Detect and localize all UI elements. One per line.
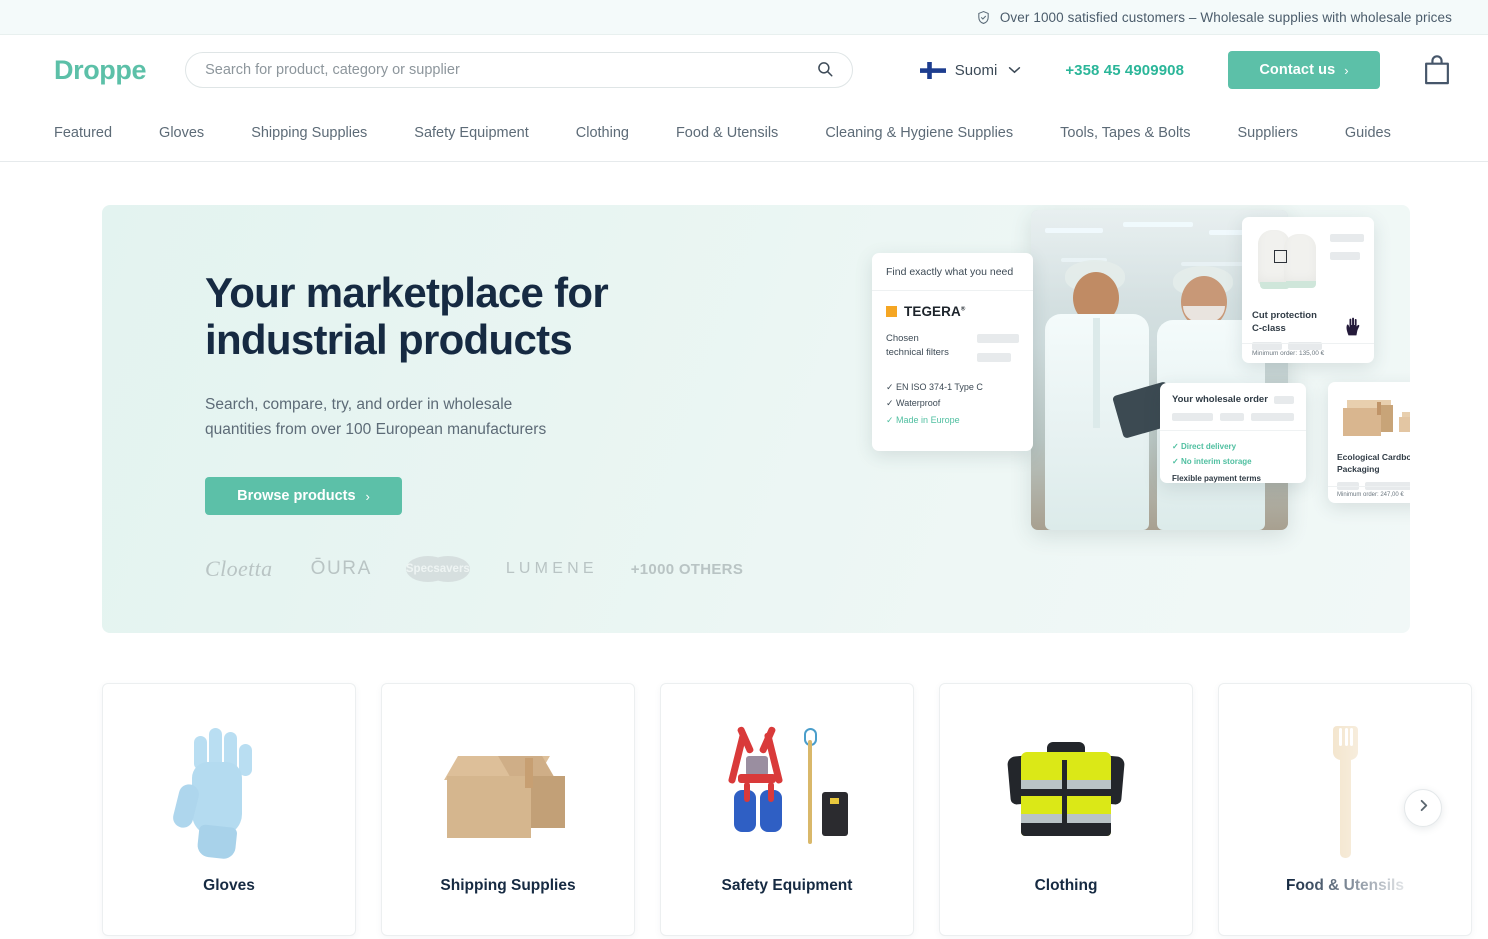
contact-us-button[interactable]: Contact us › — [1228, 51, 1380, 89]
announcement-bar: Over 1000 satisfied customers – Wholesal… — [0, 0, 1488, 35]
cardboard-box-image — [433, 718, 583, 868]
nav-item-clothing[interactable]: Clothing — [576, 125, 629, 141]
hero-subtitle: Search, compare, try, and order in whole… — [205, 396, 547, 439]
brand-logo-others: +1000 OTHERS — [630, 560, 744, 578]
order-card-title: Your wholesale order — [1172, 394, 1268, 405]
hero-banner: Your marketplace for industrial products… — [102, 205, 1410, 633]
brand-logo-cloetta: Cloetta — [205, 556, 273, 582]
brand-logos: Cloetta ŌURA Specsavers LUMENE +1000 OTH… — [205, 556, 743, 583]
find-card-filter-label-2: technical filters — [886, 347, 949, 359]
site-logo[interactable]: Droppe — [54, 56, 147, 84]
find-card-check-2: ✓ Waterproof — [886, 398, 941, 409]
brand-logo-oura: ŌURA — [310, 558, 372, 580]
main-navigation: Featured Gloves Shipping Supplies Safety… — [0, 105, 1488, 162]
tegera-square-icon — [886, 306, 897, 317]
category-card-shipping-supplies[interactable]: Shipping Supplies — [381, 683, 635, 936]
tegera-registered-mark: ® — [960, 306, 966, 313]
contact-us-label: Contact us — [1259, 62, 1336, 78]
category-card-clothing[interactable]: Clothing — [939, 683, 1193, 936]
tegera-logo: TEGERA® — [886, 304, 1019, 319]
shopping-bag-icon — [1422, 54, 1452, 86]
wooden-fork-image — [1270, 718, 1420, 868]
find-card-header: Find exactly what you need — [872, 253, 1033, 291]
cut-protection-card: Cut protection C-class Minimum order: 13… — [1242, 217, 1374, 363]
find-products-card: Find exactly what you need TEGERA® Chose… — [872, 253, 1033, 451]
find-card-filter-label-1: Chosen — [886, 333, 919, 344]
find-card-check-1: ✓ EN ISO 374-1 Type C — [886, 381, 983, 392]
packaging-card-title-2: Packaging — [1337, 463, 1380, 474]
hero-title-line-2: industrial products — [205, 316, 573, 364]
hero-title: Your marketplace for industrial products — [205, 269, 725, 363]
category-card-safety-equipment[interactable]: Safety Equipment — [660, 683, 914, 936]
cardboard-boxes-image — [1337, 390, 1410, 446]
category-label-gloves: Gloves — [203, 877, 255, 894]
cart-button[interactable] — [1422, 54, 1452, 86]
category-label-food-utensils: Food & Utensils — [1286, 877, 1404, 894]
carousel-next-button[interactable] — [1404, 789, 1442, 827]
announcement-text: Over 1000 satisfied customers – Wholesal… — [999, 9, 1452, 25]
glove-hand-icon — [1346, 317, 1360, 336]
wholesale-order-card: Your wholesale order ✓ Direct delivery ✓… — [1160, 383, 1306, 483]
category-carousel: Gloves Shipping Supplies Safety Equipmen… — [102, 683, 1488, 936]
nav-item-featured[interactable]: Featured — [54, 125, 112, 141]
chevron-right-icon: › — [365, 488, 370, 504]
order-card-item-3: Flexible payment terms — [1172, 473, 1261, 483]
search-button[interactable] — [816, 60, 834, 81]
browse-products-label: Browse products — [237, 488, 356, 505]
shield-check-icon — [976, 10, 991, 25]
nav-item-food-utensils[interactable]: Food & Utensils — [676, 125, 778, 141]
fall-arrest-harness-image — [712, 718, 862, 868]
hi-vis-jacket-image — [991, 718, 1141, 868]
chevron-right-icon: › — [1344, 62, 1349, 78]
nav-item-guides[interactable]: Guides — [1345, 125, 1391, 141]
chevron-down-icon — [1006, 66, 1021, 74]
brand-logo-lumene: LUMENE — [505, 560, 598, 578]
nav-item-safety-equipment[interactable]: Safety Equipment — [414, 125, 528, 141]
cut-card-minimum-order: Minimum order: 135,00 € — [1242, 343, 1374, 363]
phone-number[interactable]: +358 45 4909908 — [1065, 62, 1184, 79]
brand-logo-specsavers-label: Specsavers — [405, 563, 470, 576]
site-header: Droppe Suomi +358 45 4909908 — [0, 35, 1488, 105]
hero-collage: Find exactly what you need TEGERA® Chose… — [768, 205, 1410, 633]
browse-products-button[interactable]: Browse products › — [205, 477, 402, 516]
packaging-card: Ecological Cardboard Packaging Minimum o… — [1328, 382, 1410, 503]
nav-item-shipping-supplies[interactable]: Shipping Supplies — [251, 125, 367, 141]
tegera-brand-name: TEGERA — [904, 304, 961, 319]
category-label-safety-equipment: Safety Equipment — [721, 877, 853, 894]
search-input[interactable] — [205, 62, 816, 78]
search-icon — [816, 60, 834, 81]
packaging-card-title-1: Ecological Cardboard — [1337, 452, 1410, 462]
nav-item-suppliers[interactable]: Suppliers — [1237, 125, 1297, 141]
nav-item-gloves[interactable]: Gloves — [159, 125, 204, 141]
packaging-card-minimum-order: Minimum order: 247,00 € — [1328, 486, 1410, 503]
brand-logo-specsavers: Specsavers — [405, 556, 470, 583]
search-bar[interactable] — [185, 52, 853, 88]
finland-flag-icon — [919, 61, 946, 79]
category-label-shipping-supplies: Shipping Supplies — [440, 877, 576, 894]
chevron-right-icon — [1417, 799, 1430, 817]
blue-nitrile-glove-image — [154, 718, 304, 868]
category-card-gloves[interactable]: Gloves — [102, 683, 356, 936]
hero-content: Your marketplace for industrial products… — [205, 269, 743, 583]
order-card-item-2: ✓ No interim storage — [1172, 456, 1252, 466]
hero-title-line-1: Your marketplace for — [205, 269, 609, 316]
language-selector[interactable]: Suomi — [919, 61, 1022, 79]
find-card-check-3: ✓ Made in Europe — [886, 414, 960, 425]
category-label-clothing: Clothing — [1034, 877, 1098, 894]
language-label: Suomi — [954, 61, 998, 79]
nav-item-cleaning-hygiene[interactable]: Cleaning & Hygiene Supplies — [825, 125, 1013, 141]
order-card-item-1: ✓ Direct delivery — [1172, 442, 1237, 451]
nav-item-tools-tapes-bolts[interactable]: Tools, Tapes & Bolts — [1060, 125, 1190, 141]
